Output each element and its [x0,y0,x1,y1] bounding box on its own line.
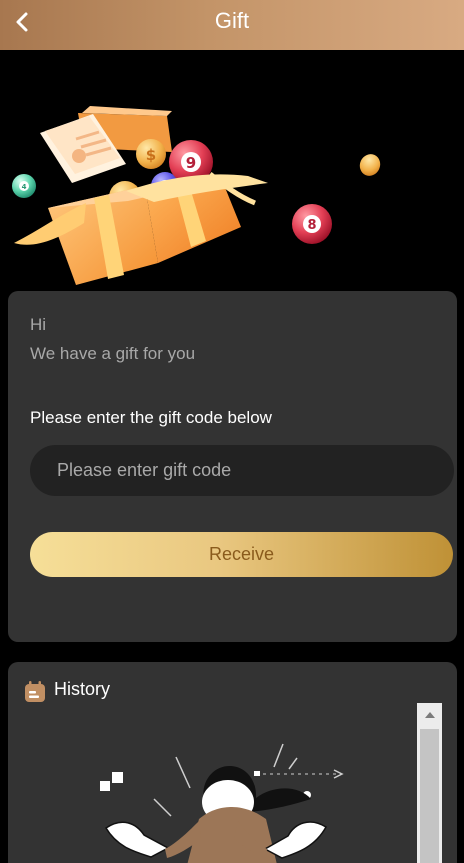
gift-page: Gift $ 9 4 8 Hi We have a gift for you P… [0,0,464,863]
calendar-icon [25,681,45,702]
svg-text:8: 8 [307,218,316,233]
gift-code-input[interactable] [30,445,454,496]
empty-history-illustration [100,743,344,863]
history-title: History [54,679,111,699]
svg-text:$: $ [146,146,156,164]
history-scrollbar[interactable] [417,703,442,863]
page-title: Gift [214,8,250,33]
gift-code-prompt: Please enter the gift code below [30,408,272,427]
scroll-up-arrow[interactable] [417,703,442,726]
top-header: Gift [0,0,464,50]
greeting-text: Hi [30,315,47,334]
receive-button[interactable]: Receive [30,532,453,577]
svg-text:4: 4 [22,183,27,191]
history-card: History [8,662,457,863]
gift-box-illustration: $ 0 9 4 8 [12,106,381,285]
gift-code-card: Hi We have a gift for you Please enter t… [8,291,457,642]
triangle-up-icon [424,711,435,718]
scroll-thumb[interactable] [420,729,439,863]
svg-text:9: 9 [186,154,196,172]
gift-message: We have a gift for you [30,344,196,363]
